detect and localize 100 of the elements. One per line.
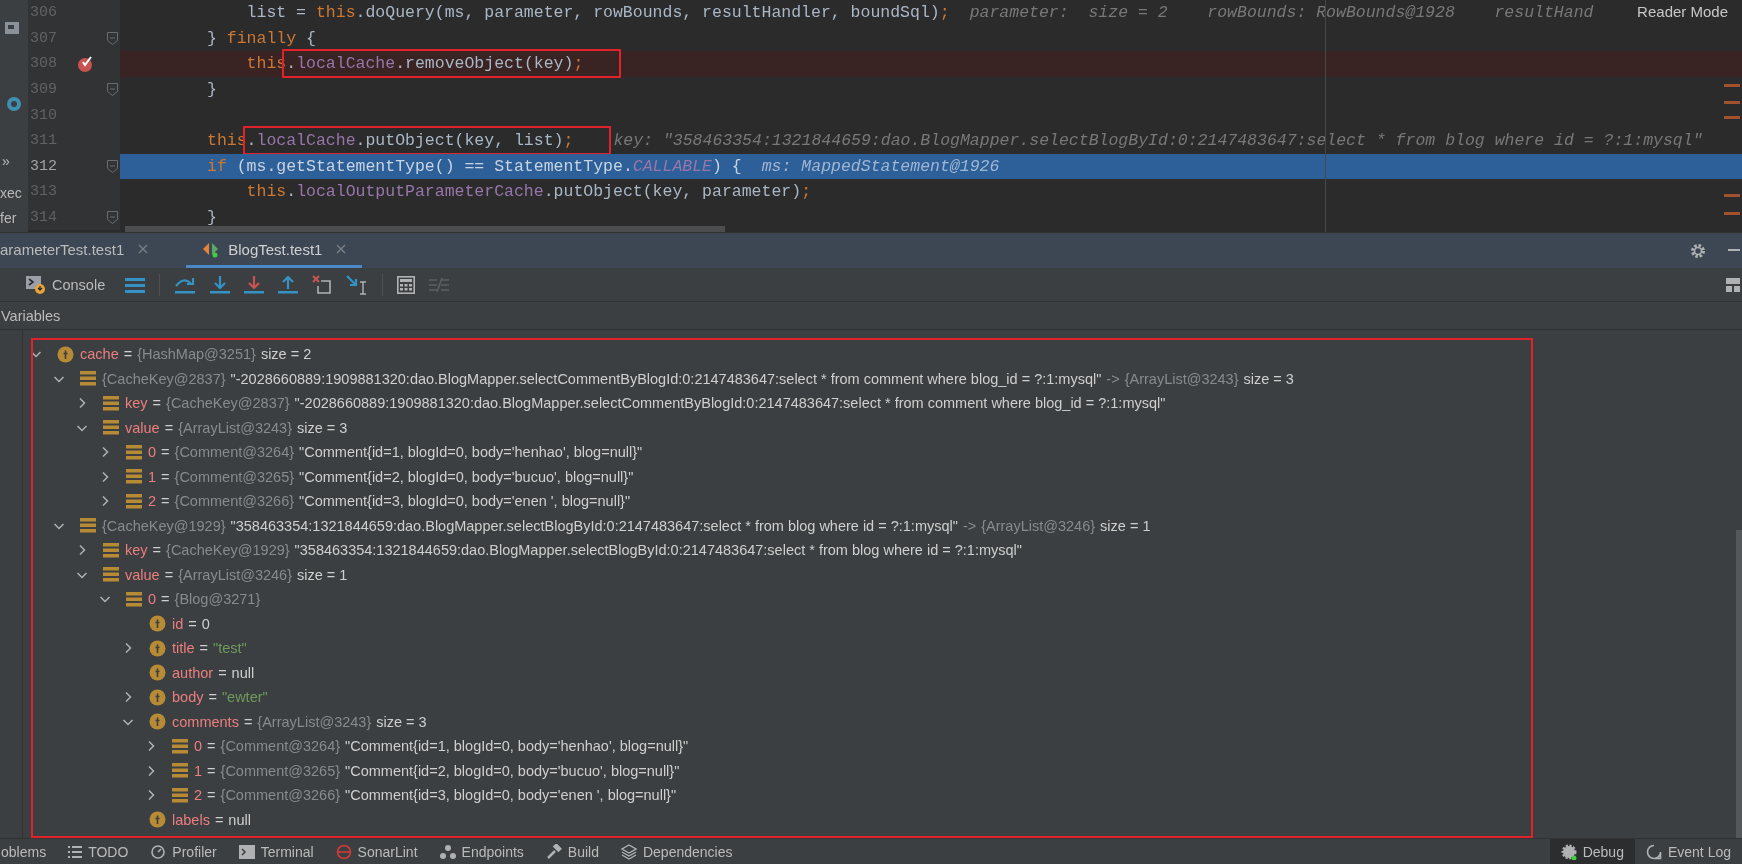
value-type: ->	[1106, 370, 1120, 387]
layout-icon[interactable]	[1726, 277, 1740, 292]
value-text: =	[161, 468, 170, 485]
code-line: if (ms.getStatementType() == StatementType.CALLABLE) {	[207, 156, 742, 176]
value-text: =	[208, 689, 217, 706]
value-text: =	[207, 787, 216, 804]
variable-name: 2	[148, 493, 157, 510]
variable-name: cache	[80, 346, 119, 363]
drop-frame-icon[interactable]	[312, 274, 333, 295]
speech-bubble-icon	[1645, 843, 1662, 860]
tool-window-button[interactable]: Dependencies	[609, 839, 744, 864]
variable-name: value	[125, 419, 160, 436]
calculator-icon[interactable]	[397, 275, 416, 294]
value-type: {Comment@3265}	[220, 762, 341, 779]
value-text: "-2028660889:1909881320:dao.BlogMapper.selectCommentByBlogId:0:2147483647:select * from comment where blog_id = ?:1:mysql"	[230, 370, 1102, 387]
value-type: {ArrayList@3243}	[1124, 370, 1239, 387]
side-panel-label[interactable]: fer	[0, 210, 17, 226]
object-icon	[126, 469, 142, 485]
value-type: {Comment@3264}	[174, 444, 295, 461]
value-text: =	[243, 713, 253, 730]
code-line: }	[207, 80, 217, 100]
settings-icon[interactable]	[1690, 242, 1706, 259]
console-tab[interactable]: Console	[22, 275, 112, 294]
value-text: "Comment{id=2, blogId=0, body='bucuo', blog=null}"	[345, 762, 680, 779]
value-text: =	[161, 591, 170, 608]
debug-tab[interactable]: arameterTest.test1	[0, 233, 165, 268]
force-step-into-icon[interactable]	[244, 275, 265, 294]
variable-name: labels	[172, 811, 210, 828]
variable-name: 0	[148, 444, 157, 461]
close-icon[interactable]	[138, 244, 149, 254]
tool-window-button[interactable]: TODO	[57, 839, 140, 864]
value-text: "358463354:1321844659:dao.BlogMapper.selectBlogById:0:2147483647:select * from blog where id = ?:1:mysql"	[230, 517, 958, 534]
tool-window-button[interactable]: Profiler	[139, 839, 228, 864]
fold-marker-icon[interactable]	[107, 83, 119, 97]
fold-marker-icon[interactable]	[107, 159, 119, 173]
variable-name: value	[125, 566, 160, 583]
string-value: "ewter"	[221, 689, 268, 706]
breakpoint-icon[interactable]	[76, 55, 95, 73]
gauge-icon	[150, 843, 167, 860]
side-panel-label[interactable]: »	[2, 153, 10, 169]
side-panel-label[interactable]: xec	[0, 185, 22, 201]
value-text: 0	[201, 615, 210, 632]
tool-window-button[interactable]: Endpoints	[428, 839, 535, 864]
tool-window-button[interactable]: Terminal	[227, 839, 325, 864]
tool-window-button[interactable]: oblems	[0, 839, 58, 864]
code-line: this.localOutputParameterCache.putObject(key, parameter);	[245, 182, 812, 202]
code-line: } finally {	[207, 28, 316, 48]
debug-tab[interactable]: BlogTest.test1	[186, 233, 363, 268]
value-text: size = 3	[297, 419, 348, 436]
run-to-cursor-icon[interactable]	[346, 274, 369, 295]
value-type: {Comment@3266}	[220, 787, 341, 804]
tool-window-button[interactable]: SonarLint	[324, 839, 429, 864]
nodes-icon	[439, 843, 456, 860]
close-icon[interactable]	[336, 244, 347, 254]
value-type: {Comment@3264}	[220, 738, 341, 755]
vertical-scrollbar[interactable]	[1736, 530, 1742, 838]
value-text: =	[152, 395, 162, 412]
hammer-icon	[545, 843, 562, 860]
circle-icon[interactable]	[6, 96, 22, 112]
value-type: {Blog@3271}	[174, 591, 261, 608]
value-text: =	[164, 566, 174, 583]
field-icon	[149, 811, 166, 829]
tool-window-button[interactable]: Event Log	[1634, 839, 1742, 864]
value-type: {ArrayList@3246}	[981, 517, 1096, 534]
variable-name: title	[172, 640, 195, 657]
code-line: }	[207, 208, 217, 228]
value-type: {Comment@3265}	[174, 468, 295, 485]
value-text: "Comment{id=2, blogId=0, body='bucuo', blog=null}"	[299, 468, 634, 485]
fold-marker-icon[interactable]	[107, 211, 119, 225]
value-type: {CacheKey@1929}	[166, 542, 290, 559]
value-text: =	[164, 419, 174, 436]
value-text: =	[152, 542, 162, 559]
code-line: list = this.doQuery(ms, parameter, rowBounds, resultHandler, boundSql);	[245, 3, 950, 23]
variable-name: comments	[172, 713, 239, 730]
object-icon	[172, 763, 188, 779]
value-text: size = 3	[376, 713, 427, 730]
value-text: null	[231, 664, 255, 681]
tool-window-button[interactable]: Debug	[1549, 839, 1635, 864]
frames-icon[interactable]	[125, 276, 146, 293]
value-type: {ArrayList@3243}	[178, 419, 292, 436]
value-text: =	[207, 762, 216, 779]
object-icon	[103, 567, 119, 583]
step-out-icon[interactable]	[278, 275, 299, 294]
object-icon	[172, 738, 188, 754]
field-icon	[149, 615, 166, 633]
tool-window-button[interactable]: Build	[534, 839, 610, 864]
field-icon	[57, 345, 74, 363]
field-icon	[149, 664, 166, 682]
bug-icon	[1560, 843, 1577, 860]
value-type: {CacheKey@2837}	[102, 370, 226, 387]
folder-icon[interactable]	[5, 20, 19, 36]
fold-marker-icon[interactable]	[107, 31, 119, 45]
value-type: ->	[962, 517, 977, 534]
value-text: =	[214, 811, 224, 828]
value-text: =	[161, 444, 170, 461]
horizontal-scrollbar[interactable]	[125, 226, 725, 232]
step-over-icon[interactable]	[174, 275, 197, 294]
step-into-icon[interactable]	[210, 275, 231, 294]
inline-value-hint: key: "358463354:1321844659:dao.BlogMapper.selectBlogById:0:2147483647:select * from blog where id = ?:1:mysql"	[613, 131, 1703, 151]
variable-name: key	[125, 542, 148, 559]
